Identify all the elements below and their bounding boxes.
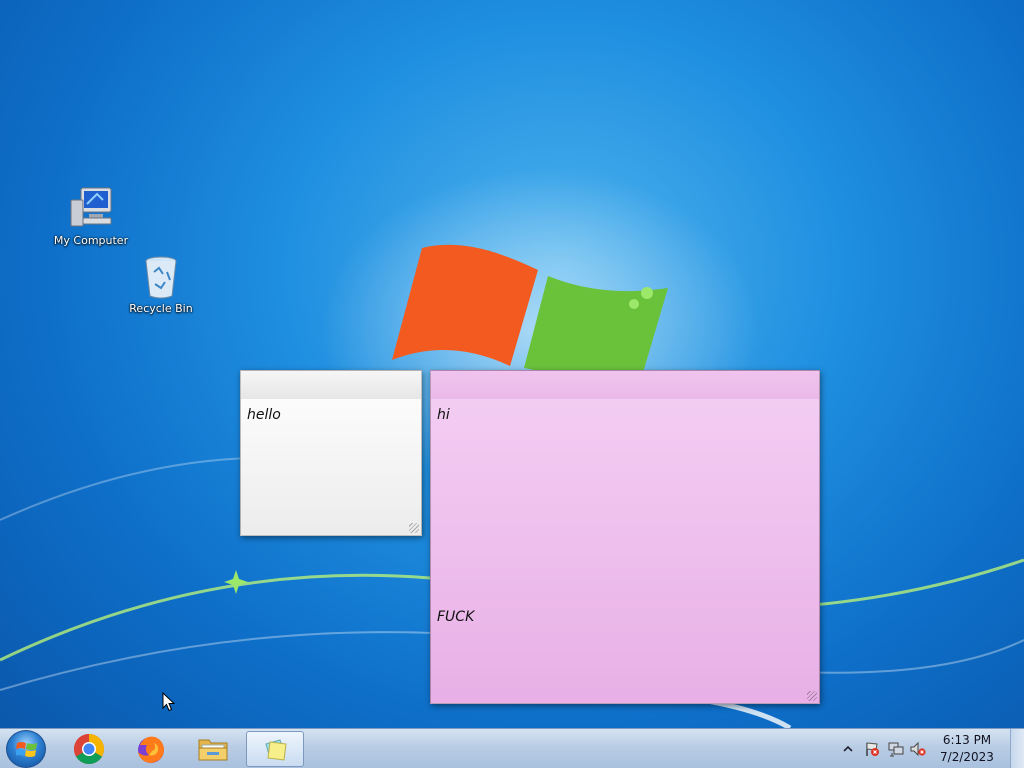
show-desktop-button[interactable] — [1010, 729, 1024, 768]
small-leaf — [224, 570, 248, 594]
desktop-icon-my-computer[interactable]: My Computer — [49, 186, 133, 247]
sticky-note-pink[interactable]: hi FUCK — [430, 370, 820, 704]
chrome-icon — [73, 734, 105, 765]
sticky-note-white[interactable]: hello — [240, 370, 422, 536]
resize-grip[interactable] — [807, 691, 817, 701]
clock-date: 7/2/2023 — [940, 750, 994, 764]
note-title-bar[interactable] — [431, 371, 819, 399]
desktop-icon-label: My Computer — [53, 234, 129, 247]
system-clock[interactable]: 6:13 PM 7/2/2023 — [932, 732, 1002, 766]
show-hidden-icons-chevron-icon[interactable] — [840, 741, 856, 757]
mouse-cursor-icon — [162, 692, 176, 712]
desktop-icon-recycle-bin[interactable]: Recycle Bin — [119, 254, 203, 315]
note-text[interactable]: hello — [247, 407, 415, 525]
windows-flag-icon — [16, 742, 37, 757]
taskbar-sticky-notes-button[interactable] — [246, 731, 304, 767]
volume-muted-icon[interactable] — [910, 741, 926, 757]
resize-grip[interactable] — [409, 523, 419, 533]
taskbar: 6:13 PM 7/2/2023 — [0, 728, 1024, 768]
sticky-notes-icon — [265, 739, 287, 761]
note-title-bar[interactable] — [241, 371, 421, 399]
recycle-bin-icon — [145, 256, 177, 299]
clock-time: 6:13 PM — [942, 733, 992, 747]
action-center-flag-icon[interactable] — [864, 741, 880, 757]
system-tray: 6:13 PM 7/2/2023 — [834, 729, 1024, 768]
taskbar-chrome-button[interactable] — [60, 731, 118, 767]
folder-icon — [198, 739, 228, 761]
computer-icon — [70, 187, 112, 227]
network-icon[interactable] — [888, 741, 904, 757]
taskbar-explorer-button[interactable] — [184, 731, 242, 767]
firefox-icon — [138, 736, 164, 763]
desktop-icon-label: Recycle Bin — [129, 302, 193, 315]
taskbar-firefox-button[interactable] — [122, 731, 180, 767]
note-text[interactable]: hi FUCK — [437, 407, 813, 693]
start-button[interactable] — [6, 730, 46, 768]
